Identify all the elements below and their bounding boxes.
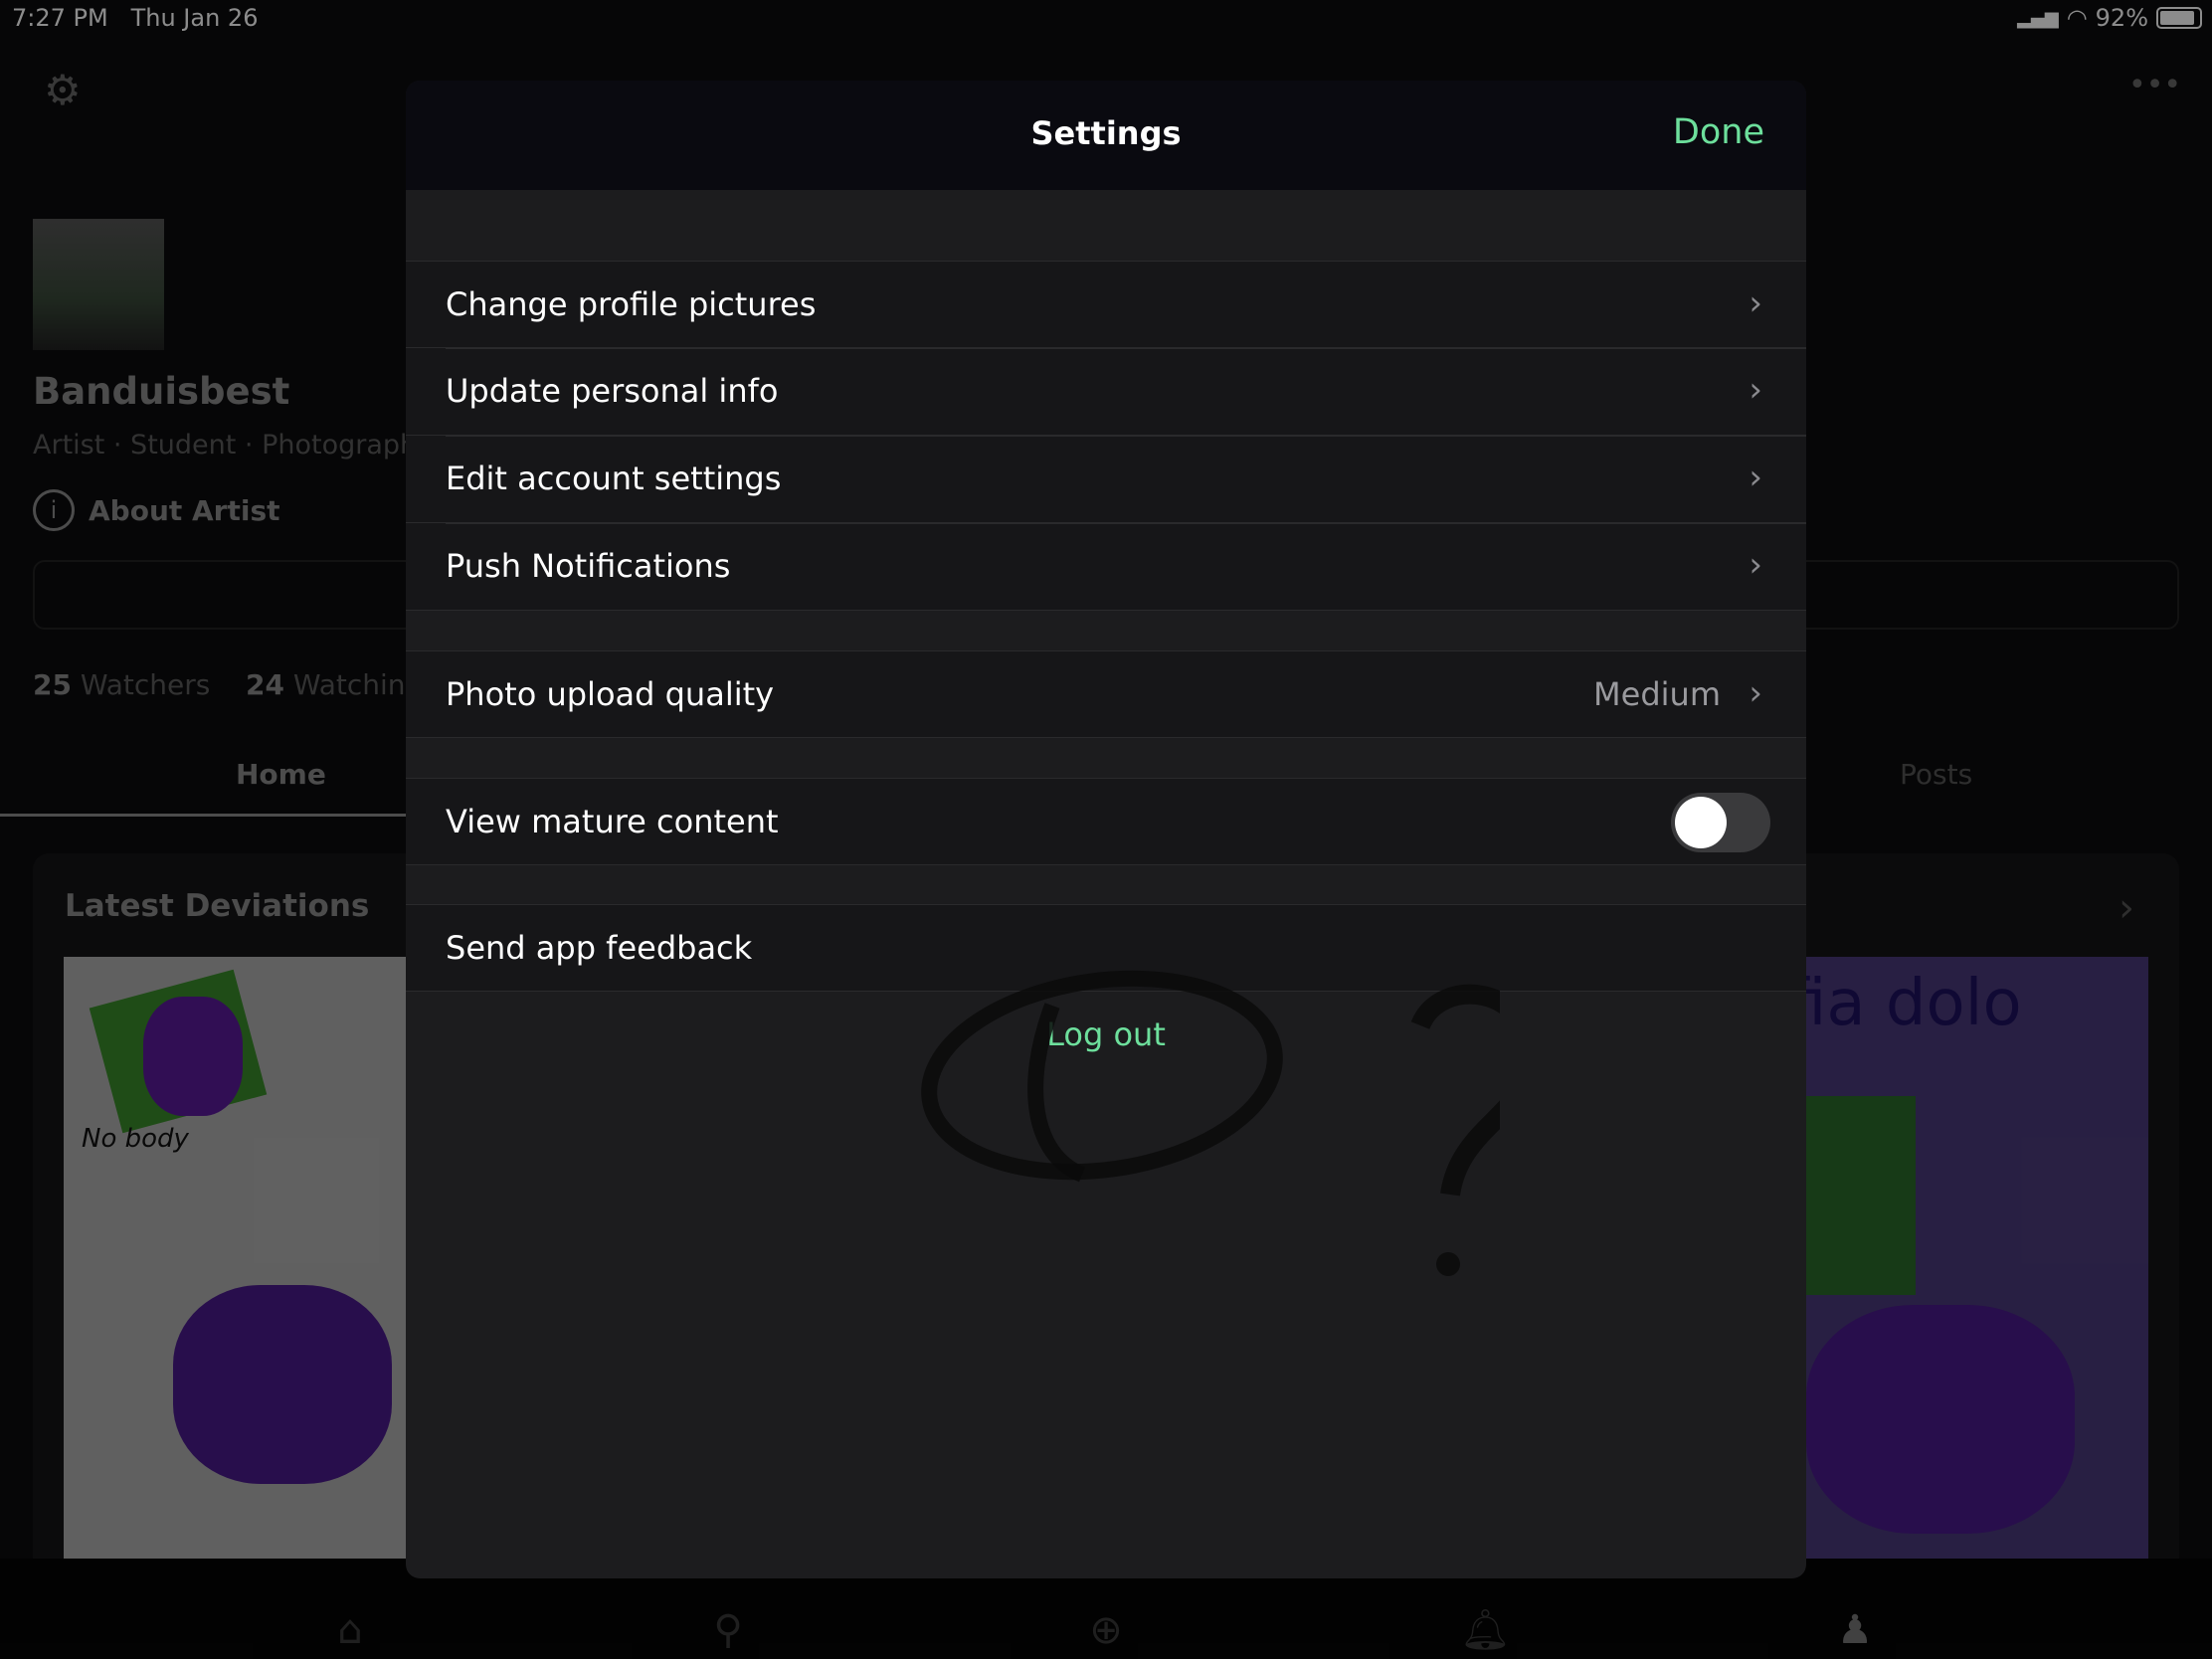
settings-item-change-profile-pictures[interactable]: Change profile pictures ›: [406, 261, 1806, 348]
settings-item-push-notifications[interactable]: Push Notifications ›: [406, 523, 1806, 611]
scribble-annotation: [921, 970, 1500, 1276]
photo-quality-value: Medium: [1593, 675, 1721, 713]
mature-content-toggle[interactable]: [1671, 793, 1770, 852]
chevron-right-icon: ›: [1749, 458, 1762, 497]
settings-item-photo-upload-quality[interactable]: Photo upload quality Medium ›: [406, 650, 1806, 738]
settings-item-edit-account-settings[interactable]: Edit account settings ›: [406, 436, 1806, 523]
settings-modal: Settings Done Change profile pictures › U…: [406, 81, 1806, 1578]
chevron-right-icon: ›: [1749, 283, 1762, 323]
modal-header: Settings Done: [406, 81, 1806, 190]
done-button[interactable]: Done: [1673, 112, 1764, 152]
settings-item-update-personal-info[interactable]: Update personal info ›: [406, 348, 1806, 436]
toggle-knob: [1675, 797, 1727, 848]
modal-title: Settings: [1030, 114, 1182, 152]
chevron-right-icon: ›: [1749, 545, 1762, 585]
settings-item-view-mature-content: View mature content: [406, 778, 1806, 865]
chevron-right-icon: ›: [1749, 673, 1762, 713]
chevron-right-icon: ›: [1749, 370, 1762, 410]
